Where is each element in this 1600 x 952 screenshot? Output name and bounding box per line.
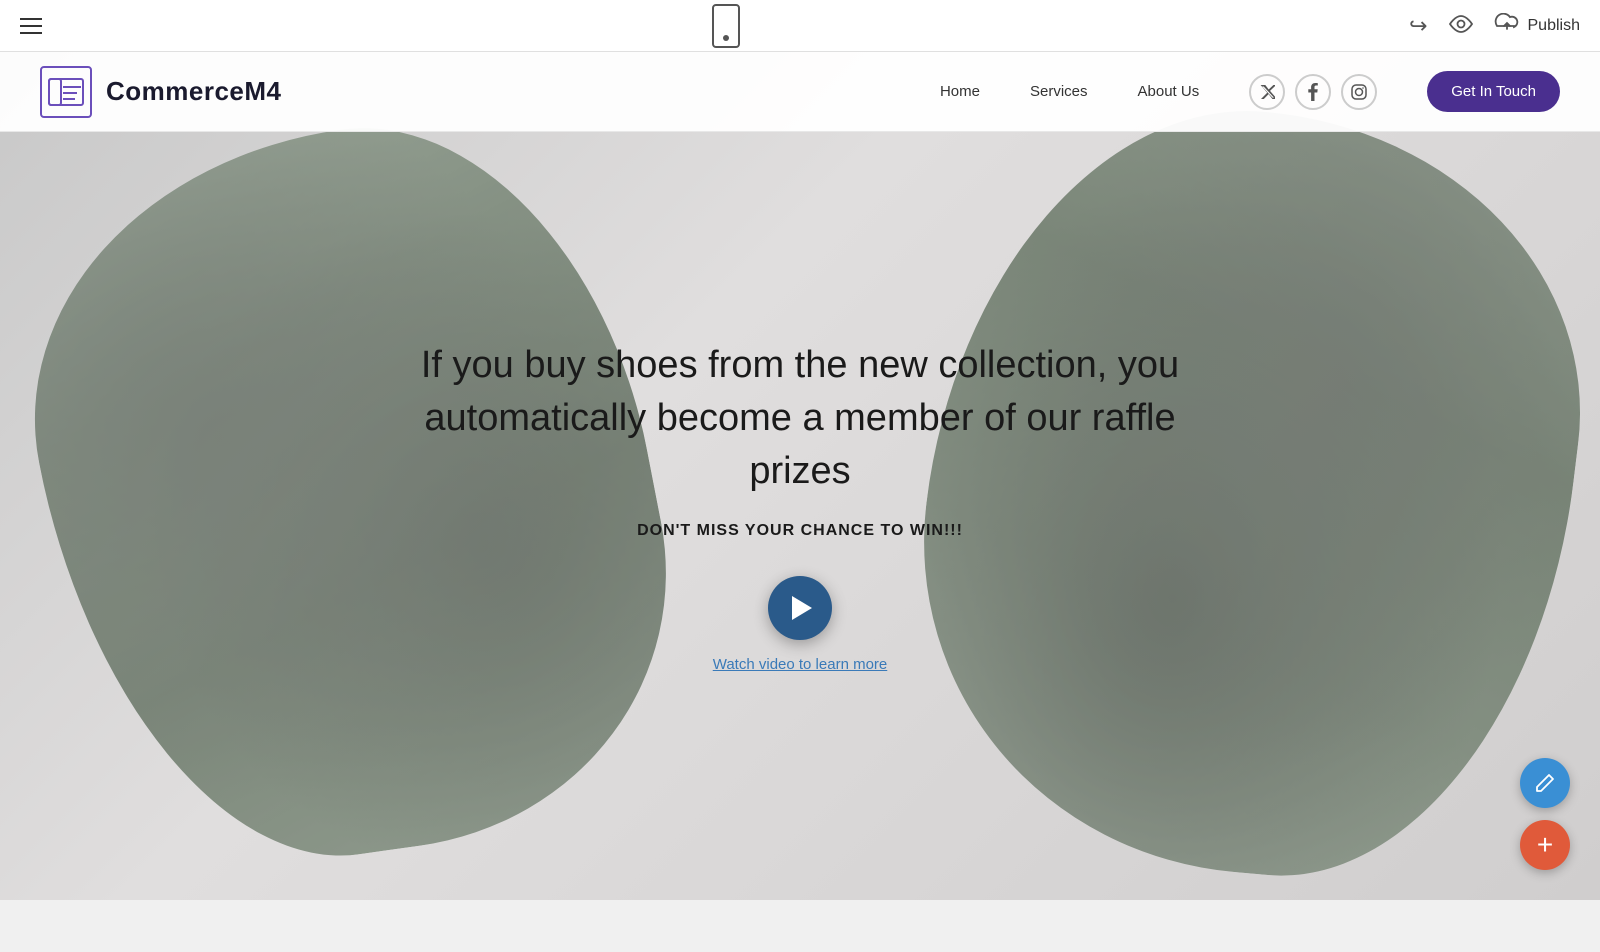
publish-label: Publish	[1528, 17, 1580, 35]
plus-icon: +	[1537, 829, 1553, 861]
logo-icon	[40, 66, 92, 118]
fab-add-button[interactable]: +	[1520, 820, 1570, 870]
toolbar: ↩ Publish	[0, 0, 1600, 52]
nav-home[interactable]: Home	[940, 83, 980, 100]
undo-icon[interactable]: ↩	[1409, 13, 1427, 39]
nav-services[interactable]: Services	[1030, 83, 1088, 100]
fab-container: +	[1520, 758, 1570, 870]
hero-content: If you buy shoes from the new collection…	[420, 339, 1180, 674]
toolbar-left	[20, 18, 42, 34]
mobile-preview-button[interactable]	[712, 4, 740, 48]
fab-edit-button[interactable]	[1520, 758, 1570, 808]
nav-area: Home Services About Us	[940, 71, 1560, 112]
instagram-icon[interactable]	[1341, 74, 1377, 110]
social-icons	[1249, 74, 1377, 110]
facebook-icon[interactable]	[1295, 74, 1331, 110]
nav-about-us[interactable]: About Us	[1138, 83, 1200, 100]
hero-section: CommerceM4 Home Services About Us	[0, 52, 1600, 900]
publish-button[interactable]: Publish	[1494, 13, 1580, 39]
page-wrapper: CommerceM4 Home Services About Us	[0, 52, 1600, 900]
get-in-touch-button[interactable]: Get In Touch	[1427, 71, 1560, 112]
cloud-upload-icon	[1494, 13, 1520, 39]
hero-headline: If you buy shoes from the new collection…	[420, 339, 1180, 499]
preview-icon[interactable]	[1448, 13, 1474, 39]
twitter-icon[interactable]	[1249, 74, 1285, 110]
logo-area: CommerceM4	[40, 66, 282, 118]
hero-subheadline: DON'T MISS YOUR CHANCE TO WIN!!!	[420, 522, 1180, 540]
site-header: CommerceM4 Home Services About Us	[0, 52, 1600, 132]
nav-links: Home Services About Us	[940, 83, 1199, 100]
site-title: CommerceM4	[106, 76, 282, 107]
play-icon	[792, 596, 812, 620]
watch-video-link[interactable]: Watch video to learn more	[420, 656, 1180, 673]
toolbar-right: ↩ Publish	[1409, 13, 1580, 39]
hamburger-menu-icon[interactable]	[20, 18, 42, 34]
play-video-button[interactable]	[768, 576, 832, 640]
toolbar-center	[712, 4, 740, 48]
